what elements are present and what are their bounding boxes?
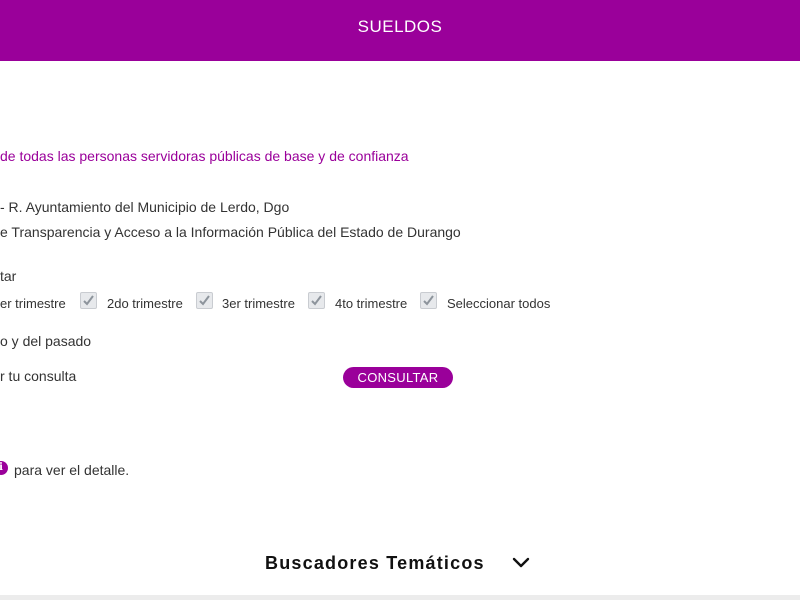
info-icon[interactable]: i [0,461,8,475]
page-title: SUELDOS [357,17,443,36]
checkmark-icon [423,295,434,306]
page-header: SUELDOS [0,0,800,61]
query-prompt: r tu consulta [0,368,77,384]
chevron-down-icon[interactable] [512,557,530,569]
quarter-1-label: er trimestre [0,296,66,311]
entity-text: - R. Ayuntamiento del Municipio de Lerdo… [0,199,290,215]
quarter-4-checkbox[interactable] [308,292,325,309]
quarter-3-checkbox[interactable] [196,292,213,309]
quarter-selector: er trimestre 2do trimestre 3er trimestre… [0,292,800,314]
page-bottom-divider [0,595,800,600]
checkmark-icon [83,295,94,306]
description-text: de todas las personas servidoras pública… [0,148,409,164]
checkmark-icon [199,295,210,306]
select-all-checkbox[interactable] [420,292,437,309]
period-prompt: tar [0,268,17,284]
detail-hint: para ver el detalle. [14,462,130,478]
quarter-3-label: 3er trimestre [222,296,295,311]
year-text: o y del pasado [0,333,92,349]
law-text: e Transparencia y Acceso a la Informació… [0,224,461,240]
buscadores-tematicos-toggle[interactable]: Buscadores Temáticos [265,553,485,574]
consult-button[interactable]: CONSULTAR [343,367,453,388]
select-all-label: Seleccionar todos [447,296,551,311]
quarter-4-label: 4to trimestre [335,296,408,311]
quarter-2-label: 2do trimestre [107,296,183,311]
checkmark-icon [311,295,322,306]
quarter-2-checkbox[interactable] [80,292,97,309]
